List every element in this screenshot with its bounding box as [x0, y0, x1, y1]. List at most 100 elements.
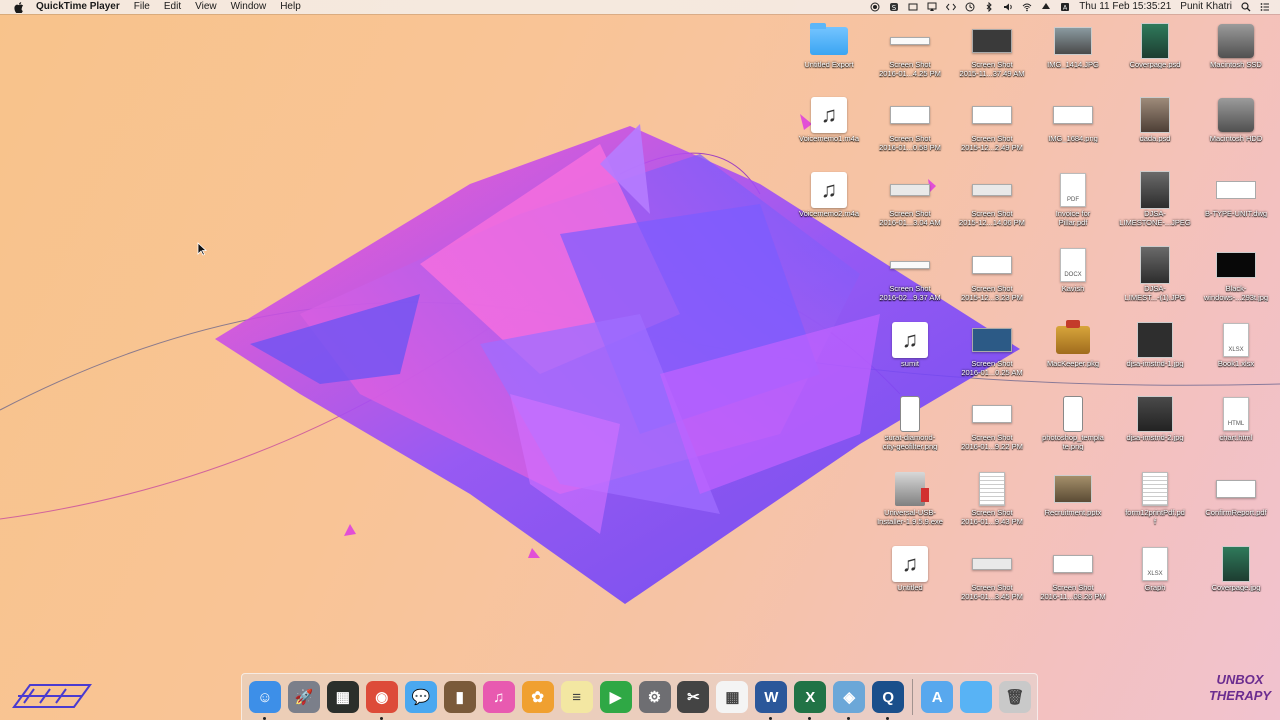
word-icon: W: [755, 681, 788, 713]
dock-excel[interactable]: X: [793, 680, 827, 720]
dock-notebook[interactable]: ▮: [443, 680, 477, 714]
shot-line-thumbnail-icon: [890, 24, 930, 58]
desktop-file-icon[interactable]: surat-diamond- city-geofilter.png: [870, 396, 950, 469]
disk-thumbnail-icon: [1216, 24, 1256, 58]
desktop-file-icon[interactable]: B-TYPE-UNIT.dwg: [1196, 173, 1276, 245]
desktop-file-icon[interactable]: djsa-imstnd-2.jpg: [1115, 396, 1195, 469]
desktop-file-label: Invoice for Pillar.pdf: [1055, 209, 1091, 227]
desktop-file-label: Voicememo1.m4a: [798, 134, 860, 143]
dock-itunes[interactable]: ♫: [482, 680, 516, 714]
photos-icon: ✿: [521, 681, 554, 713]
desktop-file-icon[interactable]: IMG_1414.JPG: [1033, 24, 1113, 96]
photo-black-thumbnail-icon: [1216, 248, 1256, 282]
desktop-file-icon[interactable]: Screen Shot 2016-01...9.43 PM: [952, 472, 1032, 544]
doc-striped-thumbnail-icon: [972, 472, 1012, 506]
chrome-icon: ◉: [365, 681, 398, 713]
photo-green-thumbnail-icon: [1216, 546, 1256, 582]
desktop-file-icon[interactable]: photoshop_templa te.png: [1033, 396, 1113, 469]
desktop-file-icon[interactable]: Recruitment.pptx: [1033, 472, 1113, 544]
box-thumbnail-icon: [1053, 320, 1093, 357]
desktop-file-icon[interactable]: Screen Shot 2016-01...3.04 AM: [870, 173, 950, 245]
dock-facetime[interactable]: ▶: [599, 680, 633, 714]
dock-gear[interactable]: ⚙: [638, 680, 672, 714]
desktop-file-label: Untitled Export: [804, 60, 854, 69]
clapper-icon: ✂: [677, 681, 710, 713]
dock: ☺ 🚀 ▦ ◉ 💬 ▮ ♫ ✿ ≡ ▶ ⚙ ✂ ▦ W X ◈ Q A 🗑: [241, 673, 1038, 720]
dock-notes[interactable]: ≡: [560, 680, 594, 714]
desktop-file-icon[interactable]: DJSA- LIMESTONE-...JPEG: [1115, 171, 1195, 245]
shot-thumbnail-icon: [972, 397, 1012, 431]
dock-office-grid[interactable]: ▦: [715, 680, 749, 714]
facetime-icon: ▶: [599, 681, 632, 713]
desktop-file-icon[interactable]: Screen Shot 2016-01...4.25 PM: [870, 24, 950, 96]
dock-quicktime[interactable]: Q: [871, 680, 905, 720]
desktop-file-label: chart.html: [1219, 433, 1253, 442]
photo-green-thumbnail-icon: [1135, 23, 1175, 59]
desktop-file-icon[interactable]: Screen Shot 2015-12...14.06 PM: [952, 173, 1032, 245]
desktop-file-label: Coverpage.psd: [1129, 60, 1181, 69]
desktop-file-icon[interactable]: HTML chart.html: [1196, 397, 1276, 469]
desktop-file-label: djsa-imstnd-1.jpg: [1126, 359, 1184, 368]
desktop-file-icon[interactable]: form12printPdf.pd f: [1115, 472, 1195, 544]
dock-photos[interactable]: ✿: [521, 680, 555, 714]
desktop-file-label: IMG_1684.png: [1048, 134, 1098, 143]
watermark-line-2: THERAPY: [1208, 688, 1272, 703]
dock-folder[interactable]: [959, 680, 993, 714]
desktop-file-icon[interactable]: ♫ sumit: [870, 322, 950, 395]
desktop-file-icon[interactable]: Universal-USB- Installer-1.9.5.9.exe: [870, 472, 950, 544]
desktop-file-label: Screen Shot 2016-11...08.26 PM: [1040, 583, 1106, 601]
desktop-file-icon[interactable]: djsa-imstnd-1.jpg: [1115, 322, 1195, 395]
shot-thumbnail-icon: [972, 248, 1012, 282]
desktop-file-icon[interactable]: Screen Shot 2015-11...37.49 AM: [952, 24, 1032, 96]
desktop-file-icon[interactable]: ♫ Voicememo1.m4a: [789, 97, 869, 170]
desktop-file-icon[interactable]: Coverpage.jpg: [1196, 546, 1276, 619]
desktop-file-icon[interactable]: Untitled Export: [789, 23, 869, 96]
desktop-file-icon[interactable]: ConfirmReport.pdf: [1196, 472, 1276, 544]
desktop-file-icon[interactable]: Screen Shot 2015-12...3.23 PM: [952, 248, 1032, 320]
desktop-file-label: Screen Shot 2016-01...3.04 AM: [879, 209, 941, 227]
messages-icon: 💬: [404, 681, 437, 713]
desktop-file-icon[interactable]: Screen Shot 2016-01...9.22 PM: [952, 397, 1032, 469]
desktop-file-icon[interactable]: Macintosh SSD: [1196, 24, 1276, 96]
desktop-file-icon[interactable]: ♫ Voicememo2.m4a: [789, 172, 869, 245]
desktop-file-icon[interactable]: Screen Shot 2015-12...2.49 PM: [952, 98, 1032, 170]
dock-finder[interactable]: ☺: [248, 680, 282, 720]
desktop-file-icon[interactable]: Screen Shot 2016-01...3.45 PM: [952, 547, 1032, 619]
preview-icon: ◈: [833, 681, 866, 713]
shot-blue-thumbnail-icon: [972, 323, 1012, 357]
desktop-file-label: Kavish: [1061, 284, 1085, 293]
shot-wide-thumbnail-icon: [1053, 98, 1093, 132]
desktop-file-label: Screen Shot 2015-11...37.49 AM: [959, 60, 1025, 78]
dock-preview[interactable]: ◈: [832, 680, 866, 720]
desktop-file-icon[interactable]: XLSX Graph: [1115, 547, 1195, 619]
dock-trash[interactable]: 🗑: [998, 680, 1032, 714]
desktop-file-icon[interactable]: Screen Shot 2016-11...08.26 PM: [1033, 547, 1113, 619]
dock-clapper[interactable]: ✂: [676, 680, 710, 714]
desktop-file-icon[interactable]: Black- windows-...293t.jpg: [1196, 248, 1276, 320]
photo-pic-thumbnail-icon: [1053, 24, 1093, 58]
desktop-file-icon[interactable]: IMG_1684.png: [1033, 98, 1113, 170]
dock-word[interactable]: W: [754, 680, 788, 720]
dock-launchpad[interactable]: 🚀: [287, 680, 321, 714]
desktop-file-icon[interactable]: PDF Invoice for Pillar.pdf: [1033, 173, 1113, 245]
dock-applications-folder[interactable]: A: [920, 680, 954, 714]
desktop-file-icon[interactable]: Screen Shot 2016-01...0.25 AM: [952, 323, 1032, 395]
desktop-file-icon[interactable]: Macintosh HDD: [1196, 98, 1276, 170]
desktop-file-icon[interactable]: MacKeeper.pkg: [1033, 320, 1113, 395]
desktop-file-icon[interactable]: XLSX Book1.xlsx: [1196, 323, 1276, 395]
desktop-file-label: Screen Shot 2015-12...14.06 PM: [959, 209, 1025, 227]
itunes-icon: ♫: [482, 681, 515, 713]
desktop-file-icon[interactable]: Coverpage.psd: [1115, 23, 1195, 96]
desktop-file-icon[interactable]: DJSA- LIMEST...-(1).JPG: [1115, 246, 1195, 320]
desktop-file-icon[interactable]: DOCX Kavish: [1033, 248, 1113, 320]
desktop-file-label: photoshop_templa te.png: [1042, 433, 1104, 451]
dock-messages[interactable]: 💬: [404, 680, 438, 714]
dock-chrome[interactable]: ◉: [365, 680, 399, 720]
desktop-file-icon[interactable]: Screen Shot 2016-01...0.58 PM: [870, 98, 950, 170]
shot-wide-thumbnail-icon: [972, 98, 1012, 132]
desktop-file-icon[interactable]: ♫ Untitled: [870, 546, 950, 619]
desktop-file-icon[interactable]: Screen Shot 2016-02...9.37 AM: [870, 248, 950, 320]
music-thumbnail-icon: ♫: [890, 322, 930, 358]
dock-mission-control[interactable]: ▦: [326, 680, 360, 714]
desktop-file-icon[interactable]: dada.psd: [1115, 97, 1195, 170]
